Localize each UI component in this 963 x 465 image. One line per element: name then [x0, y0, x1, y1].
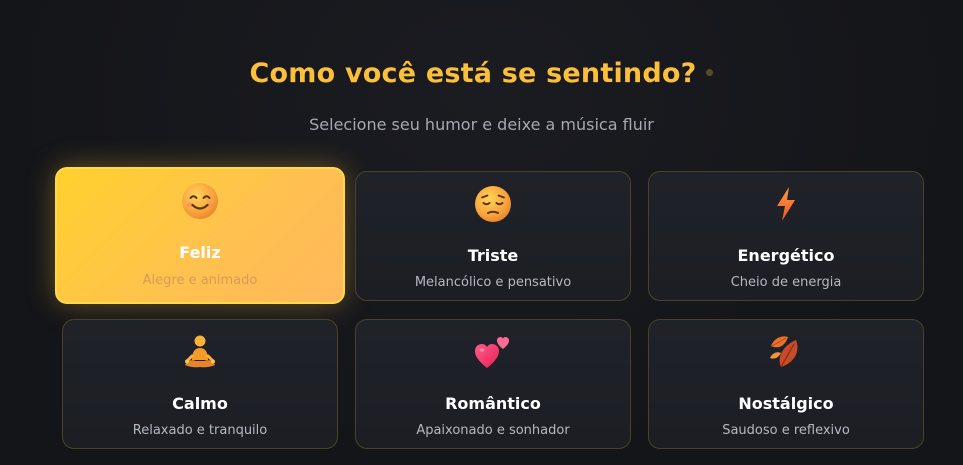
page-title: Como você está se sentindo? [0, 58, 963, 89]
mood-description: Saudoso e reflexivo [722, 423, 850, 438]
pensive-face-icon [356, 184, 630, 224]
page-title-text: Como você está se sentindo? [249, 58, 697, 89]
mood-title: Nostálgico [738, 394, 834, 413]
lightning-bolt-icon [649, 184, 923, 224]
mood-description: Melancólico e pensativo [414, 275, 572, 290]
mood-description: Cheio de energia [730, 275, 842, 290]
mood-description: Alegre e animado [142, 273, 258, 288]
fallen-leaf-icon [649, 332, 923, 372]
mood-card-feliz[interactable]: Feliz Alegre e animado [55, 167, 345, 304]
mood-card-calmo[interactable]: Calmo Relaxado e tranquilo [62, 319, 338, 449]
mood-card-romantico[interactable]: Romântico Apaixonado e sonhador [355, 319, 631, 449]
mood-selector-page: Como você está se sentindo? Selecione se… [0, 0, 963, 465]
mood-card-nostalgico[interactable]: Nostálgico Saudoso e reflexivo [648, 319, 924, 449]
mood-card-triste[interactable]: Triste Melancólico e pensativo [355, 171, 631, 301]
mood-title: Energético [737, 246, 835, 265]
smiling-face-icon [57, 181, 343, 221]
mood-title: Feliz [179, 243, 221, 262]
person-meditating-icon [63, 332, 337, 372]
mood-description: Relaxado e tranquilo [132, 423, 268, 438]
mood-title: Romântico [445, 394, 541, 413]
mood-title: Triste [467, 246, 519, 265]
mood-card-energetico[interactable]: Energético Cheio de energia [648, 171, 924, 301]
mood-title: Calmo [172, 394, 228, 413]
page-subtitle: Selecione seu humor e deixe a música flu… [309, 115, 654, 134]
two-hearts-icon [356, 332, 630, 372]
mood-description: Apaixonado e sonhador [416, 423, 570, 438]
title-dot-decoration [706, 69, 714, 76]
